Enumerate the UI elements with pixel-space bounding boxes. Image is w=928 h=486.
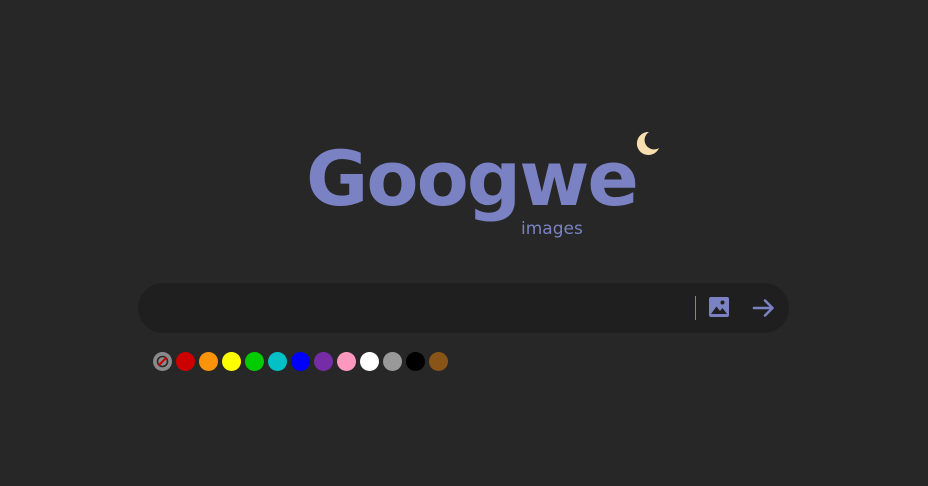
- no-color-icon: [156, 355, 169, 368]
- color-swatch-black[interactable]: [406, 352, 425, 371]
- color-swatch-purple[interactable]: [314, 352, 333, 371]
- color-swatch-white[interactable]: [360, 352, 379, 371]
- color-swatch-blue[interactable]: [291, 352, 310, 371]
- logo-subtitle: images: [521, 219, 583, 239]
- home-page: Googwe images: [0, 0, 928, 486]
- color-filter: [153, 352, 448, 371]
- search-divider: [695, 296, 696, 320]
- color-swatch-teal[interactable]: [268, 352, 287, 371]
- search-input[interactable]: [160, 283, 694, 335]
- color-swatch-brown[interactable]: [429, 352, 448, 371]
- color-swatch-orange[interactable]: [199, 352, 218, 371]
- logo-wordmark: Googwe: [306, 134, 639, 223]
- color-swatch-green[interactable]: [245, 352, 264, 371]
- color-swatch-yellow[interactable]: [222, 352, 241, 371]
- color-swatch-gray[interactable]: [383, 352, 402, 371]
- search-bar: [138, 283, 789, 335]
- color-swatch-red[interactable]: [176, 352, 195, 371]
- color-swatch-pink[interactable]: [337, 352, 356, 371]
- image-icon: [709, 297, 729, 317]
- image-search-button[interactable]: [706, 294, 732, 320]
- color-swatch-none[interactable]: [153, 352, 172, 371]
- arrow-right-icon: [752, 299, 774, 317]
- moon-icon[interactable]: [633, 130, 660, 157]
- search-submit-button[interactable]: [750, 294, 778, 322]
- logo: Googwe images: [306, 134, 639, 239]
